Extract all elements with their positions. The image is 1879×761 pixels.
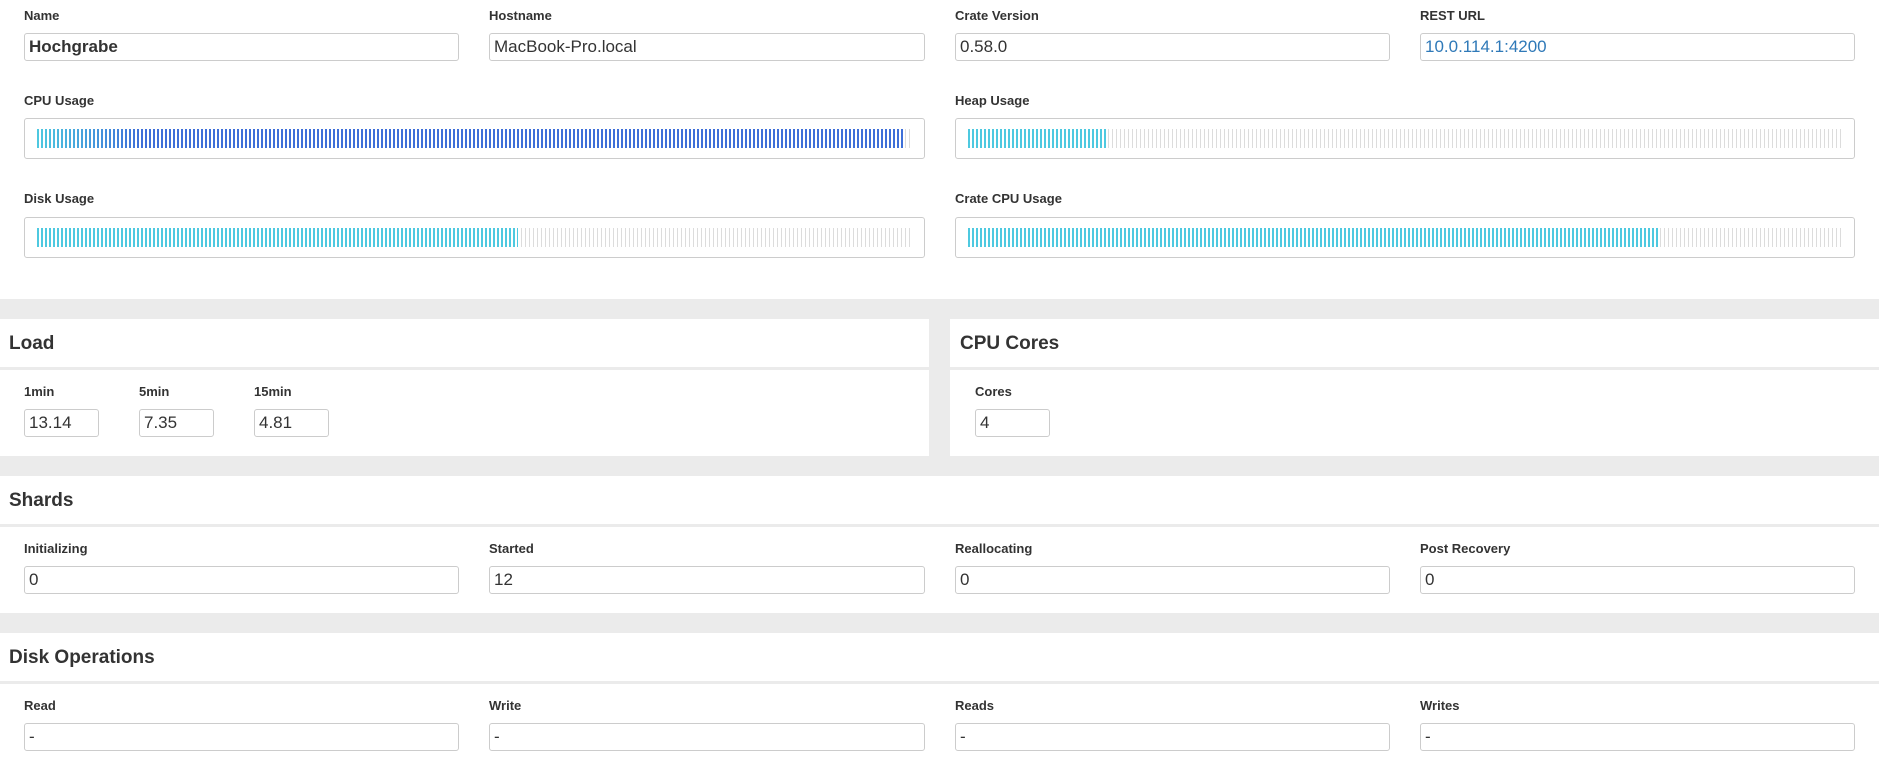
reads-field[interactable]: - xyxy=(955,723,1390,751)
cores-field[interactable]: 4 xyxy=(975,409,1050,437)
disk-operations-panel: Disk Operations Read - Write - Reads - W… xyxy=(0,633,1879,761)
reallocating-label: Reallocating xyxy=(955,541,1033,556)
post-recovery-label: Post Recovery xyxy=(1420,541,1511,556)
read-label: Read xyxy=(24,698,56,713)
load-5min-field[interactable]: 7.35 xyxy=(139,409,214,437)
crate-version-label: Crate Version xyxy=(955,8,1039,23)
shards-title-rule xyxy=(0,524,1879,527)
cpu-cores-title: CPU Cores xyxy=(960,333,1060,354)
cpu-usage-label: CPU Usage xyxy=(24,93,95,108)
post-recovery-field[interactable]: 0 xyxy=(1420,566,1855,594)
shards-title: Shards xyxy=(9,490,74,511)
load-title-rule xyxy=(0,367,929,370)
load-5min-label: 5min xyxy=(139,384,170,399)
section-divider xyxy=(0,456,1879,476)
cpu-cores-title-rule xyxy=(950,367,1879,370)
writes-field[interactable]: - xyxy=(1420,723,1855,751)
initializing-field[interactable]: 0 xyxy=(24,566,459,594)
write-field[interactable]: - xyxy=(489,723,925,751)
load-1min-label: 1min xyxy=(24,384,55,399)
load-panel: Load 1min 13.14 5min 7.35 15min 4.81 xyxy=(0,319,929,456)
load-15min-field[interactable]: 4.81 xyxy=(254,409,329,437)
initializing-label: Initializing xyxy=(24,541,88,556)
crate-cpu-usage-bar xyxy=(955,217,1855,258)
reallocating-field[interactable]: 0 xyxy=(955,566,1390,594)
name-label: Name xyxy=(24,8,60,23)
hostname-label: Hostname xyxy=(489,8,552,23)
cpu-cores-panel: CPU Cores Cores 4 xyxy=(950,319,1879,456)
disk-operations-title: Disk Operations xyxy=(9,647,155,668)
section-divider xyxy=(0,299,1879,319)
disk-usage-label: Disk Usage xyxy=(24,191,95,206)
heap-usage-bar xyxy=(955,118,1855,159)
load-title: Load xyxy=(9,333,55,354)
crate-cpu-usage-fill xyxy=(968,228,1659,247)
section-divider xyxy=(0,613,1879,633)
cpu-usage-fill xyxy=(37,129,904,148)
disk-usage-bar xyxy=(24,217,925,258)
started-field[interactable]: 12 xyxy=(489,566,925,594)
reads-label: Reads xyxy=(955,698,995,713)
writes-label: Writes xyxy=(1420,698,1460,713)
cpu-usage-bar xyxy=(24,118,925,159)
disk-usage-fill xyxy=(37,228,519,247)
heap-usage-fill xyxy=(968,129,1108,148)
load-15min-label: 15min xyxy=(254,384,292,399)
crate-version-field[interactable]: 0.58.0 xyxy=(955,33,1390,61)
rest-url-link[interactable]: 10.0.114.1:4200 xyxy=(1420,33,1855,61)
heap-usage-label: Heap Usage xyxy=(955,93,1030,108)
load-1min-field[interactable]: 13.14 xyxy=(24,409,99,437)
shards-panel: Shards Initializing 0 Started 12 Realloc… xyxy=(0,476,1879,613)
crate-cpu-usage-label: Crate CPU Usage xyxy=(955,191,1062,206)
write-label: Write xyxy=(489,698,522,713)
started-label: Started xyxy=(489,541,534,556)
read-field[interactable]: - xyxy=(24,723,459,751)
name-field[interactable]: Hochgrabe xyxy=(24,33,459,61)
cores-label: Cores xyxy=(975,384,1012,399)
disk-operations-title-rule xyxy=(0,681,1879,684)
rest-url-label: REST URL xyxy=(1420,8,1485,23)
hostname-field[interactable]: MacBook-Pro.local xyxy=(489,33,925,61)
